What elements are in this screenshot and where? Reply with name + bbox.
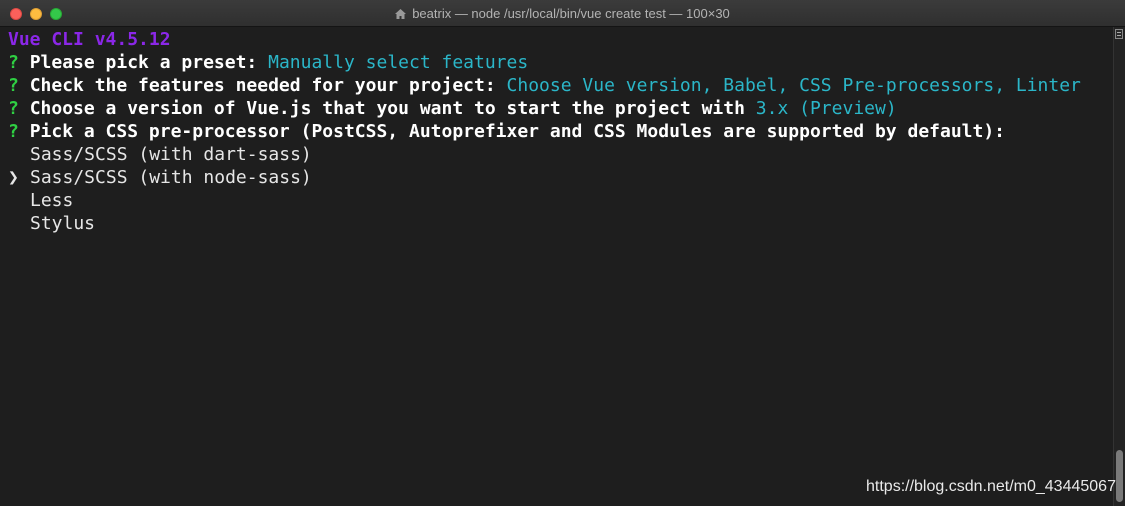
- option-label: Less: [30, 190, 74, 211]
- scroll-menu-icon[interactable]: [1115, 29, 1123, 39]
- option-label: Sass/SCSS (with dart-sass): [30, 144, 312, 165]
- answer-text: 3.x (Preview): [755, 98, 897, 119]
- prompt-mark: ?: [8, 52, 19, 73]
- prompt-mark: ?: [8, 98, 19, 119]
- question-text: Pick a CSS pre-processor (PostCSS, Autop…: [29, 121, 1006, 142]
- window-title-wrap: beatrix — node /usr/local/bin/vue create…: [0, 0, 1125, 27]
- home-icon: [395, 8, 407, 19]
- question-text: Check the features needed for your proje…: [29, 75, 496, 96]
- answer-text: Manually select features: [268, 52, 529, 73]
- prompt-mark: ?: [8, 75, 19, 96]
- window-title: beatrix — node /usr/local/bin/vue create…: [412, 6, 730, 21]
- terminal-output[interactable]: Vue CLI v4.5.12 ? Please pick a preset: …: [0, 27, 1113, 506]
- prompt-mark: ?: [8, 121, 19, 142]
- option-label: Stylus: [30, 213, 96, 234]
- option-label: Sass/SCSS (with node-sass): [30, 167, 312, 188]
- title-bar: beatrix — node /usr/local/bin/vue create…: [0, 0, 1125, 27]
- cli-header: Vue CLI v4.5.12: [8, 29, 171, 50]
- watermark-text: https://blog.csdn.net/m0_43445067: [866, 478, 1116, 495]
- selector-icon: ❯: [8, 167, 19, 188]
- question-text: Please pick a preset:: [29, 52, 258, 73]
- question-line-vue-version: ? Choose a version of Vue.js that you wa…: [8, 97, 897, 120]
- option-node-sass-selected[interactable]: ❯ Sass/SCSS (with node-sass): [8, 166, 312, 189]
- question-line-css-preprocessor: ? Pick a CSS pre-processor (PostCSS, Aut…: [8, 120, 1005, 143]
- question-text: Choose a version of Vue.js that you want…: [29, 98, 745, 119]
- scrollbar-thumb[interactable]: [1116, 450, 1123, 502]
- option-less[interactable]: Less: [8, 189, 73, 212]
- question-line-preset: ? Please pick a preset: Manually select …: [8, 51, 528, 74]
- answer-text: Choose Vue version, Babel, CSS Pre-proce…: [506, 75, 1081, 96]
- question-line-features: ? Check the features needed for your pro…: [8, 74, 1081, 97]
- option-dart-sass[interactable]: Sass/SCSS (with dart-sass): [8, 143, 312, 166]
- option-stylus[interactable]: Stylus: [8, 212, 95, 235]
- vertical-scrollbar[interactable]: [1113, 27, 1125, 506]
